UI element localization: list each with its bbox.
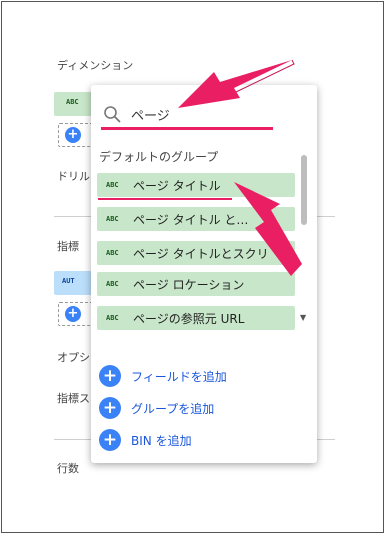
search-focus-underline [101, 127, 273, 130]
metric-chip[interactable]: AUT [54, 271, 94, 295]
dimension-chip[interactable]: ABC [54, 92, 94, 116]
field-item-label: ページ タイトルとスクリ [133, 247, 269, 261]
add-dimension-button[interactable]: + [58, 123, 94, 147]
field-item-page-location[interactable]: ABC ページ ロケーション [97, 272, 295, 296]
add-field-label: フィールドを追加 [131, 370, 227, 384]
section-divider [54, 439, 94, 440]
field-item-page-title[interactable]: ABC ページ タイトル [97, 173, 295, 197]
field-item-page-title-and-screen[interactable]: ABC ページ タイトルとスクリ [97, 241, 295, 265]
abc-type-icon: ABC [106, 314, 119, 322]
abc-type-icon: ABC [106, 280, 119, 288]
metric-section-label: 指標 [57, 240, 79, 253]
list-scrollbar[interactable]: ▼ [299, 147, 309, 323]
search-icon [104, 106, 121, 123]
optional-metrics-label: オプシ [57, 351, 90, 364]
abc-type-icon: ABC [106, 181, 119, 189]
abc-type-icon: ABC [106, 249, 119, 257]
abc-type-icon: ABC [66, 98, 79, 106]
section-divider [54, 216, 94, 217]
group-heading: デフォルトのグループ [99, 150, 219, 164]
aut-type-icon: AUT [62, 277, 75, 285]
section-divider [317, 439, 335, 440]
field-item-label: ページ タイトル と… [133, 213, 249, 227]
plus-icon: + [99, 429, 121, 451]
add-metric-button[interactable]: + [58, 302, 94, 326]
add-group-label: グループを追加 [131, 402, 215, 416]
plus-icon: + [65, 127, 81, 143]
field-item-label: ページの参照元 URL [133, 312, 245, 326]
drill-down-label: ドリル [57, 170, 90, 183]
field-item-label: ページ タイトル [133, 179, 221, 193]
plus-icon: + [99, 397, 121, 419]
section-divider [317, 216, 335, 217]
screenshot-frame: ディメンション ABC + ドリル 指標 AUT + オプシ 指標ス 行数 デフ… [1, 1, 384, 533]
abc-type-icon: ABC [106, 215, 119, 223]
field-item-label: ページ ロケーション [133, 278, 245, 292]
scrollbar-thumb[interactable] [301, 155, 307, 225]
field-item-page-referrer[interactable]: ABC ページの参照元 URL [97, 306, 295, 330]
add-bin-label: BIN を追加 [131, 434, 192, 448]
plus-icon: + [99, 365, 121, 387]
metric-slider-label: 指標ス [57, 392, 90, 405]
rows-label: 行数 [57, 462, 79, 475]
highlight-underline [98, 198, 232, 200]
dimension-section-label: ディメンション [57, 59, 134, 72]
field-picker-popup: デフォルトのグループ ABC ページ タイトル ABC ページ タイトル と… … [91, 85, 317, 463]
field-item-page-title-and[interactable]: ABC ページ タイトル と… [97, 207, 295, 231]
scroll-down-arrow-icon[interactable]: ▼ [300, 313, 306, 322]
field-search-input[interactable] [131, 103, 271, 125]
plus-icon: + [65, 306, 81, 322]
